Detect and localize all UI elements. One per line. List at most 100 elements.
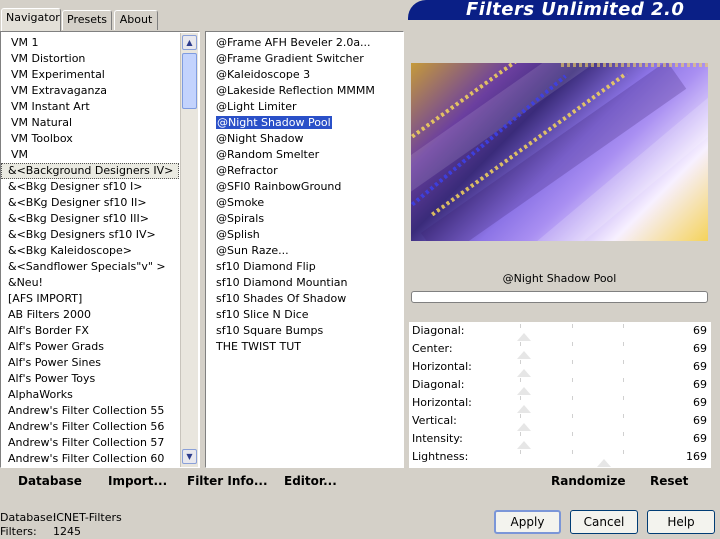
category-item[interactable]: Andrew's Filter Collection 55 bbox=[1, 403, 179, 419]
slider-tick bbox=[571, 450, 573, 454]
category-item[interactable]: Alf's Power Sines bbox=[1, 355, 179, 371]
category-item[interactable]: Alf's Power Toys bbox=[1, 371, 179, 387]
category-item[interactable]: AlphaWorks bbox=[1, 387, 179, 403]
slider-row[interactable]: Center: 69 bbox=[409, 340, 711, 359]
filter-item[interactable]: @Night Shadow Pool bbox=[208, 115, 402, 131]
tab-about[interactable]: About bbox=[114, 10, 158, 30]
filter-item[interactable]: THE TWIST TUT bbox=[208, 339, 402, 355]
slider-tick bbox=[571, 378, 573, 382]
help-button[interactable]: Help bbox=[647, 510, 715, 534]
filter-item[interactable]: @Random Smelter bbox=[208, 147, 402, 163]
filter-item[interactable]: @Kaleidoscope 3 bbox=[208, 67, 402, 83]
slider-label: Vertical: bbox=[412, 414, 457, 427]
category-item[interactable]: VM Instant Art bbox=[1, 99, 179, 115]
category-item[interactable]: &<Bkg Designer sf10 III> bbox=[1, 211, 179, 227]
category-item[interactable]: &<Background Designers IV> bbox=[1, 163, 179, 179]
slider-row[interactable]: Diagonal: 69 bbox=[409, 376, 711, 395]
status-filters-label: Filters: bbox=[0, 525, 37, 538]
category-item[interactable]: [AFS IMPORT] bbox=[1, 291, 179, 307]
slider-row[interactable]: Intensity: 69 bbox=[409, 430, 711, 449]
filter-list[interactable]: @Frame AFH Beveler 2.0a... @Frame Gradien… bbox=[208, 35, 402, 467]
slider-tick bbox=[622, 342, 624, 346]
category-item[interactable]: Alf's Power Grads bbox=[1, 339, 179, 355]
tab-presets[interactable]: Presets bbox=[62, 10, 112, 30]
category-scrollbar[interactable]: ▲ ▼ bbox=[180, 33, 198, 467]
slider-value: 69 bbox=[693, 342, 707, 355]
slider-tick bbox=[571, 342, 573, 346]
tab-navigator[interactable]: Navigator bbox=[1, 8, 61, 31]
category-item[interactable]: Andrew's Filter Collection 57 bbox=[1, 435, 179, 451]
filter-item-label: @SFI0 RainbowGround bbox=[216, 180, 342, 193]
editor-button[interactable]: Editor... bbox=[284, 474, 337, 488]
apply-button[interactable]: Apply bbox=[494, 510, 561, 534]
slider-row[interactable]: Horizontal: 69 bbox=[409, 358, 711, 377]
filter-item-label: sf10 Slice N Dice bbox=[216, 308, 309, 321]
parameter-sliders: Diagonal: 69 Center: 69 Horizontal: 69 Diagona… bbox=[409, 322, 711, 468]
slider-value: 69 bbox=[693, 324, 707, 337]
category-item[interactable]: &<Sandflower Specials"v" > bbox=[1, 259, 179, 275]
category-item[interactable]: &Neu! bbox=[1, 275, 179, 291]
filter-item-label: @Light Limiter bbox=[216, 100, 297, 113]
category-item[interactable]: Alf's Border FX bbox=[1, 323, 179, 339]
category-item[interactable]: &<Bkg Kaleidoscope> bbox=[1, 243, 179, 259]
category-item[interactable]: VM Natural bbox=[1, 115, 179, 131]
filter-item-label: sf10 Diamond Mountian bbox=[216, 276, 348, 289]
category-item[interactable]: &<Bkg Designer sf10 I> bbox=[1, 179, 179, 195]
category-item[interactable]: VM Experimental bbox=[1, 67, 179, 83]
slider-thumb[interactable] bbox=[597, 459, 612, 467]
slider-row[interactable]: Diagonal: 69 bbox=[409, 322, 711, 341]
scroll-up-icon[interactable]: ▲ bbox=[182, 35, 197, 50]
filter-item-label: THE TWIST TUT bbox=[216, 340, 301, 353]
filter-info-button[interactable]: Filter Info... bbox=[187, 474, 268, 488]
filter-item[interactable]: @Frame AFH Beveler 2.0a... bbox=[208, 35, 402, 51]
filter-item[interactable]: @Refractor bbox=[208, 163, 402, 179]
category-item[interactable]: AB Filters 2000 bbox=[1, 307, 179, 323]
category-item[interactable]: &<Bkg Designers sf10 IV> bbox=[1, 227, 179, 243]
progress-bar bbox=[411, 291, 708, 303]
filter-item[interactable]: @SFI0 RainbowGround bbox=[208, 179, 402, 195]
filter-preview-image bbox=[411, 63, 708, 241]
filter-item-label: @Frame AFH Beveler 2.0a... bbox=[216, 36, 371, 49]
cancel-button[interactable]: Cancel bbox=[570, 510, 638, 534]
randomize-button[interactable]: Randomize bbox=[551, 474, 625, 488]
filter-item[interactable]: @Lakeside Reflection MMMM bbox=[208, 83, 402, 99]
category-item[interactable]: VM Extravaganza bbox=[1, 83, 179, 99]
scroll-thumb[interactable] bbox=[182, 53, 197, 109]
slider-tick bbox=[520, 414, 522, 418]
category-item[interactable]: VM 1 bbox=[1, 35, 179, 51]
category-item[interactable]: VM Toolbox bbox=[1, 131, 179, 147]
filter-item[interactable]: sf10 Square Bumps bbox=[208, 323, 402, 339]
filter-item[interactable]: @Splish bbox=[208, 227, 402, 243]
filter-item-label: sf10 Shades Of Shadow bbox=[216, 292, 347, 305]
filter-item-label: @Sun Raze... bbox=[216, 244, 289, 257]
filter-item[interactable]: sf10 Diamond Mountian bbox=[208, 275, 402, 291]
slider-label: Horizontal: bbox=[412, 396, 472, 409]
filter-item-label: @Refractor bbox=[216, 164, 278, 177]
filter-item[interactable]: @Spirals bbox=[208, 211, 402, 227]
category-item[interactable]: Andrew's Filter Collection 60 bbox=[1, 451, 179, 467]
reset-button[interactable]: Reset bbox=[650, 474, 688, 488]
filter-item[interactable]: sf10 Diamond Flip bbox=[208, 259, 402, 275]
import-button[interactable]: Import... bbox=[108, 474, 167, 488]
slider-row[interactable]: Lightness: 169 bbox=[409, 448, 711, 467]
category-item[interactable]: &<BKg Designer sf10 II> bbox=[1, 195, 179, 211]
slider-value: 69 bbox=[693, 414, 707, 427]
filter-item[interactable]: @Frame Gradient Switcher bbox=[208, 51, 402, 67]
filter-item-label: @Frame Gradient Switcher bbox=[216, 52, 364, 65]
filter-item[interactable]: sf10 Shades Of Shadow bbox=[208, 291, 402, 307]
slider-row[interactable]: Horizontal: 69 bbox=[409, 394, 711, 413]
slider-row[interactable]: Vertical: 69 bbox=[409, 412, 711, 431]
category-item[interactable]: Andrew's Filter Collection 56 bbox=[1, 419, 179, 435]
category-item[interactable]: VM bbox=[1, 147, 179, 163]
slider-tick bbox=[520, 378, 522, 382]
filter-item[interactable]: @Night Shadow bbox=[208, 131, 402, 147]
filter-item[interactable]: @Sun Raze... bbox=[208, 243, 402, 259]
scroll-down-icon[interactable]: ▼ bbox=[182, 449, 197, 464]
filter-item[interactable]: @Smoke bbox=[208, 195, 402, 211]
filter-item[interactable]: sf10 Slice N Dice bbox=[208, 307, 402, 323]
database-button[interactable]: Database bbox=[18, 474, 82, 488]
category-list[interactable]: VM 1 VM Distortion VM Experimental VM Extra… bbox=[1, 35, 179, 467]
filter-item[interactable]: @Light Limiter bbox=[208, 99, 402, 115]
category-item[interactable]: VM Distortion bbox=[1, 51, 179, 67]
slider-tick bbox=[622, 450, 624, 454]
